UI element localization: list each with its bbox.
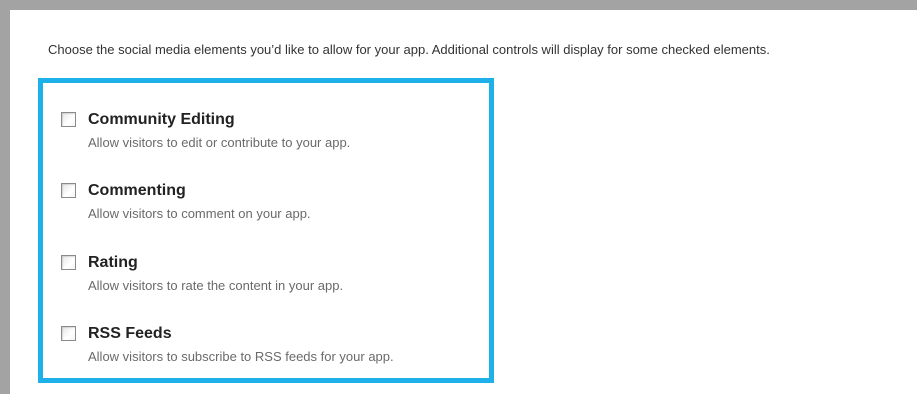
commenting-label[interactable]: Commenting	[88, 182, 186, 200]
intro-text: Choose the social media elements you’d l…	[48, 42, 770, 57]
community-editing-description: Allow visitors to edit or contribute to …	[88, 135, 351, 150]
rating-checkbox[interactable]	[61, 255, 76, 270]
rss-feeds-label[interactable]: RSS Feeds	[88, 325, 172, 343]
settings-panel: Choose the social media elements you’d l…	[20, 20, 917, 404]
community-editing-label[interactable]: Community Editing	[88, 111, 235, 129]
window-frame: Choose the social media elements you’d l…	[0, 0, 917, 404]
rss-feeds-description: Allow visitors to subscribe to RSS feeds…	[88, 349, 394, 364]
commenting-description: Allow visitors to comment on your app.	[88, 206, 311, 221]
commenting-checkbox[interactable]	[61, 183, 76, 198]
rss-feeds-checkbox[interactable]	[61, 326, 76, 341]
rating-description: Allow visitors to rate the content in yo…	[88, 278, 344, 293]
community-editing-checkbox[interactable]	[61, 112, 76, 127]
social-options-group: Community Editing Allow visitors to edit…	[38, 78, 494, 383]
rating-label[interactable]: Rating	[88, 254, 138, 272]
